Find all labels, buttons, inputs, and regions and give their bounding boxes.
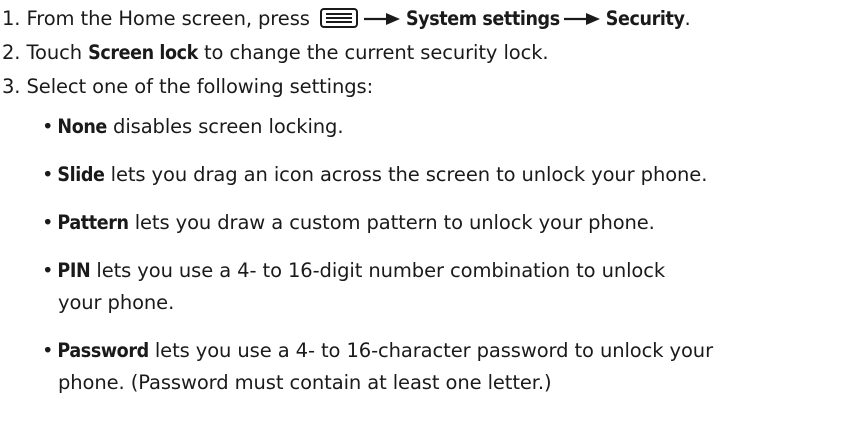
option-none: • None disables screen locking. xyxy=(42,115,344,139)
option-description: disables screen locking. xyxy=(113,115,344,138)
option-name: PIN xyxy=(57,259,91,282)
path-system-settings: System settings xyxy=(405,7,560,30)
option-password: • Password lets you use a 4- to 16-charac… xyxy=(42,339,713,363)
option-pattern: • Pattern lets you draw a custom pattern … xyxy=(42,211,655,235)
step-text: Touch xyxy=(26,41,83,64)
bullet-glyph: • xyxy=(42,259,54,282)
arrow-right-icon xyxy=(563,13,600,25)
bullet-glyph: • xyxy=(42,163,54,186)
option-name: Password xyxy=(57,339,149,362)
path-security: Security xyxy=(605,7,685,30)
option-slide: • Slide lets you drag an icon across the … xyxy=(42,163,707,187)
step-bold-term: Screen lock xyxy=(88,41,198,64)
step-text: to change the current security lock. xyxy=(204,41,549,64)
option-description: lets you use a 4- to 16-character passwo… xyxy=(154,339,713,362)
step-text: Select one of the following settings: xyxy=(26,75,374,98)
step-3: 3. Select one of the following settings: xyxy=(2,75,373,99)
option-password-continuation: phone. (Password must contain at least o… xyxy=(58,371,552,394)
step-number: 3. xyxy=(2,75,21,98)
step-end: . xyxy=(684,7,691,30)
bullet-glyph: • xyxy=(42,115,54,138)
option-description: lets you drag an icon across the screen … xyxy=(110,163,708,186)
bullet-glyph: • xyxy=(42,211,54,234)
bullet-glyph: • xyxy=(42,339,54,362)
option-description: lets you draw a custom pattern to unlock… xyxy=(134,211,655,234)
option-pin: • PIN lets you use a 4- to 16-digit numbe… xyxy=(42,259,665,283)
option-name: Pattern xyxy=(57,211,129,234)
step-text: From the Home screen, press xyxy=(26,7,310,30)
menu-icon xyxy=(319,8,358,28)
arrow-right-icon xyxy=(363,13,400,25)
option-name: None xyxy=(57,115,107,138)
option-description: lets you use a 4- to 16-digit number com… xyxy=(96,259,666,282)
step-number: 1. xyxy=(2,7,21,30)
option-name: Slide xyxy=(57,163,105,186)
option-pin-continuation: your phone. xyxy=(58,291,175,314)
step-1: 1. From the Home screen, press System se… xyxy=(2,7,691,31)
step-number: 2. xyxy=(2,41,21,64)
step-2: 2. Touch Screen lock to change the curre… xyxy=(2,41,549,65)
